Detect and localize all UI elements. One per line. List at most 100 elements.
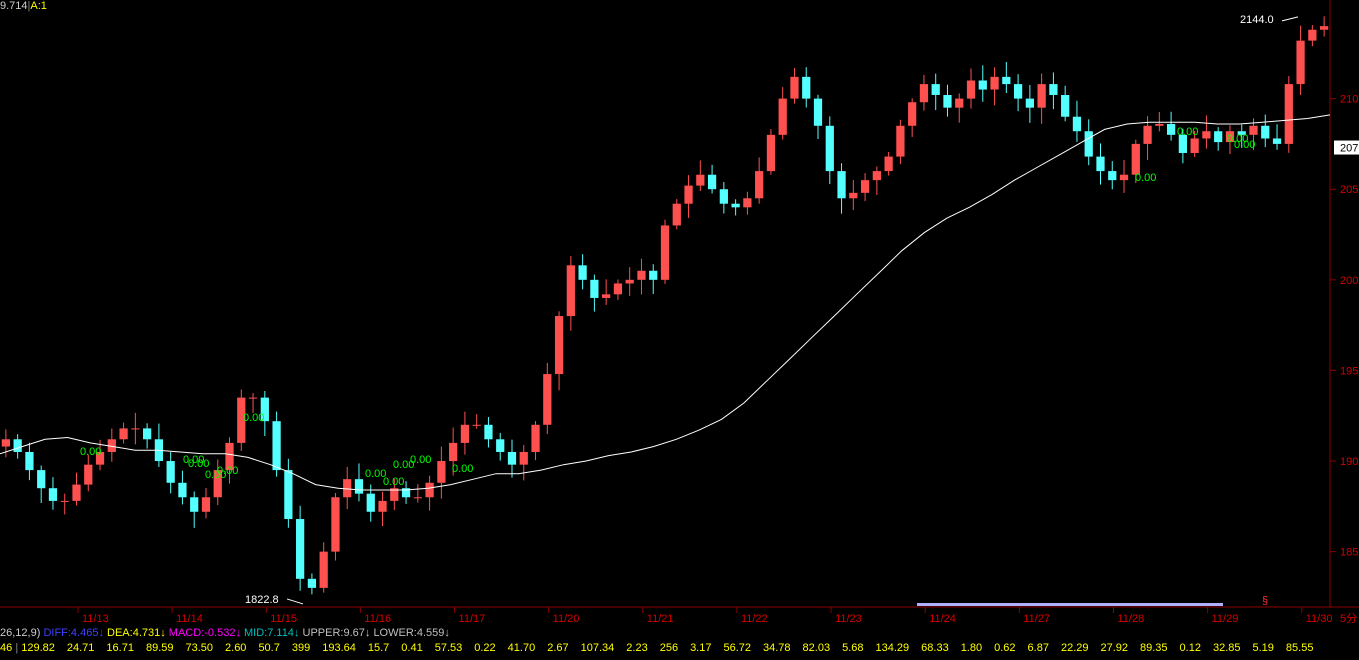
candle-body <box>425 482 434 498</box>
candle-body <box>1072 116 1082 132</box>
indicator-upper: UPPER:9.67 <box>302 627 365 639</box>
chart-header: 9.714|A:1 <box>0 0 47 12</box>
candle-body <box>602 294 611 298</box>
candle-body <box>966 80 976 99</box>
y-tick-label: 195 <box>1340 365 1358 377</box>
x-tick-label: 11/22 <box>741 613 768 625</box>
candle-body <box>613 283 623 295</box>
candle-body <box>531 424 540 452</box>
value-row-item: 50.7 <box>258 642 280 654</box>
candle-body <box>472 424 481 426</box>
value-row-item: 56.72 <box>723 642 752 654</box>
candle-body <box>884 156 893 172</box>
value-row-first: 46 <box>0 642 13 654</box>
candle-body <box>190 497 199 512</box>
candle-body <box>1119 174 1129 181</box>
candle-body <box>413 497 422 499</box>
signal-marker: 0.00 <box>217 465 238 477</box>
candle-body <box>943 94 952 108</box>
value-row-item: 27.92 <box>1100 642 1129 654</box>
candle-body <box>1155 123 1164 126</box>
candle-body <box>201 497 211 512</box>
candle-body <box>1214 131 1223 143</box>
dea-arrow: ↓ <box>160 627 166 639</box>
range-bar <box>917 603 1223 606</box>
signal-marker: 0.00 <box>1177 126 1198 138</box>
candle-body <box>778 98 787 135</box>
candle-body <box>248 397 258 399</box>
signal-marker: 0.00 <box>243 412 264 424</box>
value-row-item: 82.03 <box>802 642 831 654</box>
x-tick-label: 11/23 <box>835 613 862 625</box>
candle-body <box>307 578 317 588</box>
value-row-item: 41.70 <box>507 642 536 654</box>
candle-body <box>813 98 823 126</box>
candlestick-chart[interactable]: 185 190 195 200 205 210 207 11/13 11/14 11/15 11/1… <box>0 0 1359 655</box>
value-row-item: 89.59 <box>145 642 174 654</box>
indicator-mid: MID:7.114 <box>244 627 294 639</box>
candle-body <box>1319 26 1329 30</box>
candle-body <box>719 189 728 204</box>
chart-area: 185 190 195 200 205 210 207 11/13 11/14 11/15 11/1… <box>0 0 1359 655</box>
candle-body <box>1202 131 1211 139</box>
s-marker: § <box>1262 595 1268 607</box>
candle-body <box>296 519 305 579</box>
value-row-item: 3.17 <box>690 642 712 654</box>
y-tick-label: 200 <box>1340 275 1358 287</box>
header-value: 9.714 <box>0 0 28 12</box>
candle-body <box>507 451 517 465</box>
value-row-item: 15.7 <box>367 642 390 654</box>
candle-body <box>331 497 340 552</box>
candle-body <box>908 102 917 126</box>
x-tick-label: 11/30 <box>1306 613 1333 625</box>
value-row-item: 89.35 <box>1140 642 1168 654</box>
candle-body <box>1261 125 1270 139</box>
candle-body <box>566 265 575 317</box>
candle-body <box>1131 143 1140 175</box>
candle-body <box>131 428 140 430</box>
candle-body <box>743 198 752 208</box>
x-tick-label: 11/21 <box>647 613 674 625</box>
candle-body <box>1249 125 1258 135</box>
x-tick-label: 11/17 <box>459 613 486 625</box>
candle-body <box>1284 84 1293 144</box>
value-row-item: 0.12 <box>1179 642 1201 654</box>
value-row-item: 107.34 <box>580 642 615 654</box>
low-leader-line <box>286 598 304 605</box>
candle-body <box>766 134 776 172</box>
value-row-item: 5.68 <box>842 642 864 654</box>
candle-body <box>354 479 364 494</box>
candle-body <box>543 374 552 425</box>
candle-body <box>437 461 446 483</box>
candle-body <box>931 84 940 95</box>
candle-body <box>990 76 999 90</box>
candle-body <box>849 192 858 199</box>
upper-arrow: ↓ <box>364 627 371 639</box>
signal-marker: 0.00 <box>80 446 101 458</box>
candle-body <box>1002 76 1011 85</box>
y-tick-label: 205 <box>1340 184 1358 196</box>
indicator-macd: MACD:-0.532 <box>168 627 236 639</box>
candle-body <box>72 484 81 501</box>
indicator-params: 26,12,9) <box>0 627 41 639</box>
candle-body <box>84 464 93 485</box>
value-row-item: 256 <box>659 642 679 654</box>
value-row-item: 1.80 <box>960 642 983 654</box>
candle-body <box>578 265 587 280</box>
indicator-row: 26,12,9) DIFF:4.465↓ DEA:4.731↓ MACD:-0.… <box>0 627 450 639</box>
candle-body <box>707 174 717 190</box>
indicator-dea: DEA:4.731 <box>107 627 161 639</box>
value-row-item: 73.50 <box>185 642 214 654</box>
candle-body <box>460 424 470 443</box>
value-row-item: 129.82 <box>21 642 55 654</box>
candle-body <box>449 442 458 462</box>
candle-body <box>1049 84 1058 95</box>
value-row-item: 0.22 <box>474 642 496 654</box>
candle-body <box>1166 123 1176 135</box>
candle-body <box>496 439 505 452</box>
candle-body <box>637 270 646 280</box>
signal-marker: 0.00 <box>410 454 431 466</box>
candle-body <box>625 279 634 284</box>
candle-body <box>672 203 681 226</box>
x-tick-label: 11/14 <box>176 613 203 625</box>
